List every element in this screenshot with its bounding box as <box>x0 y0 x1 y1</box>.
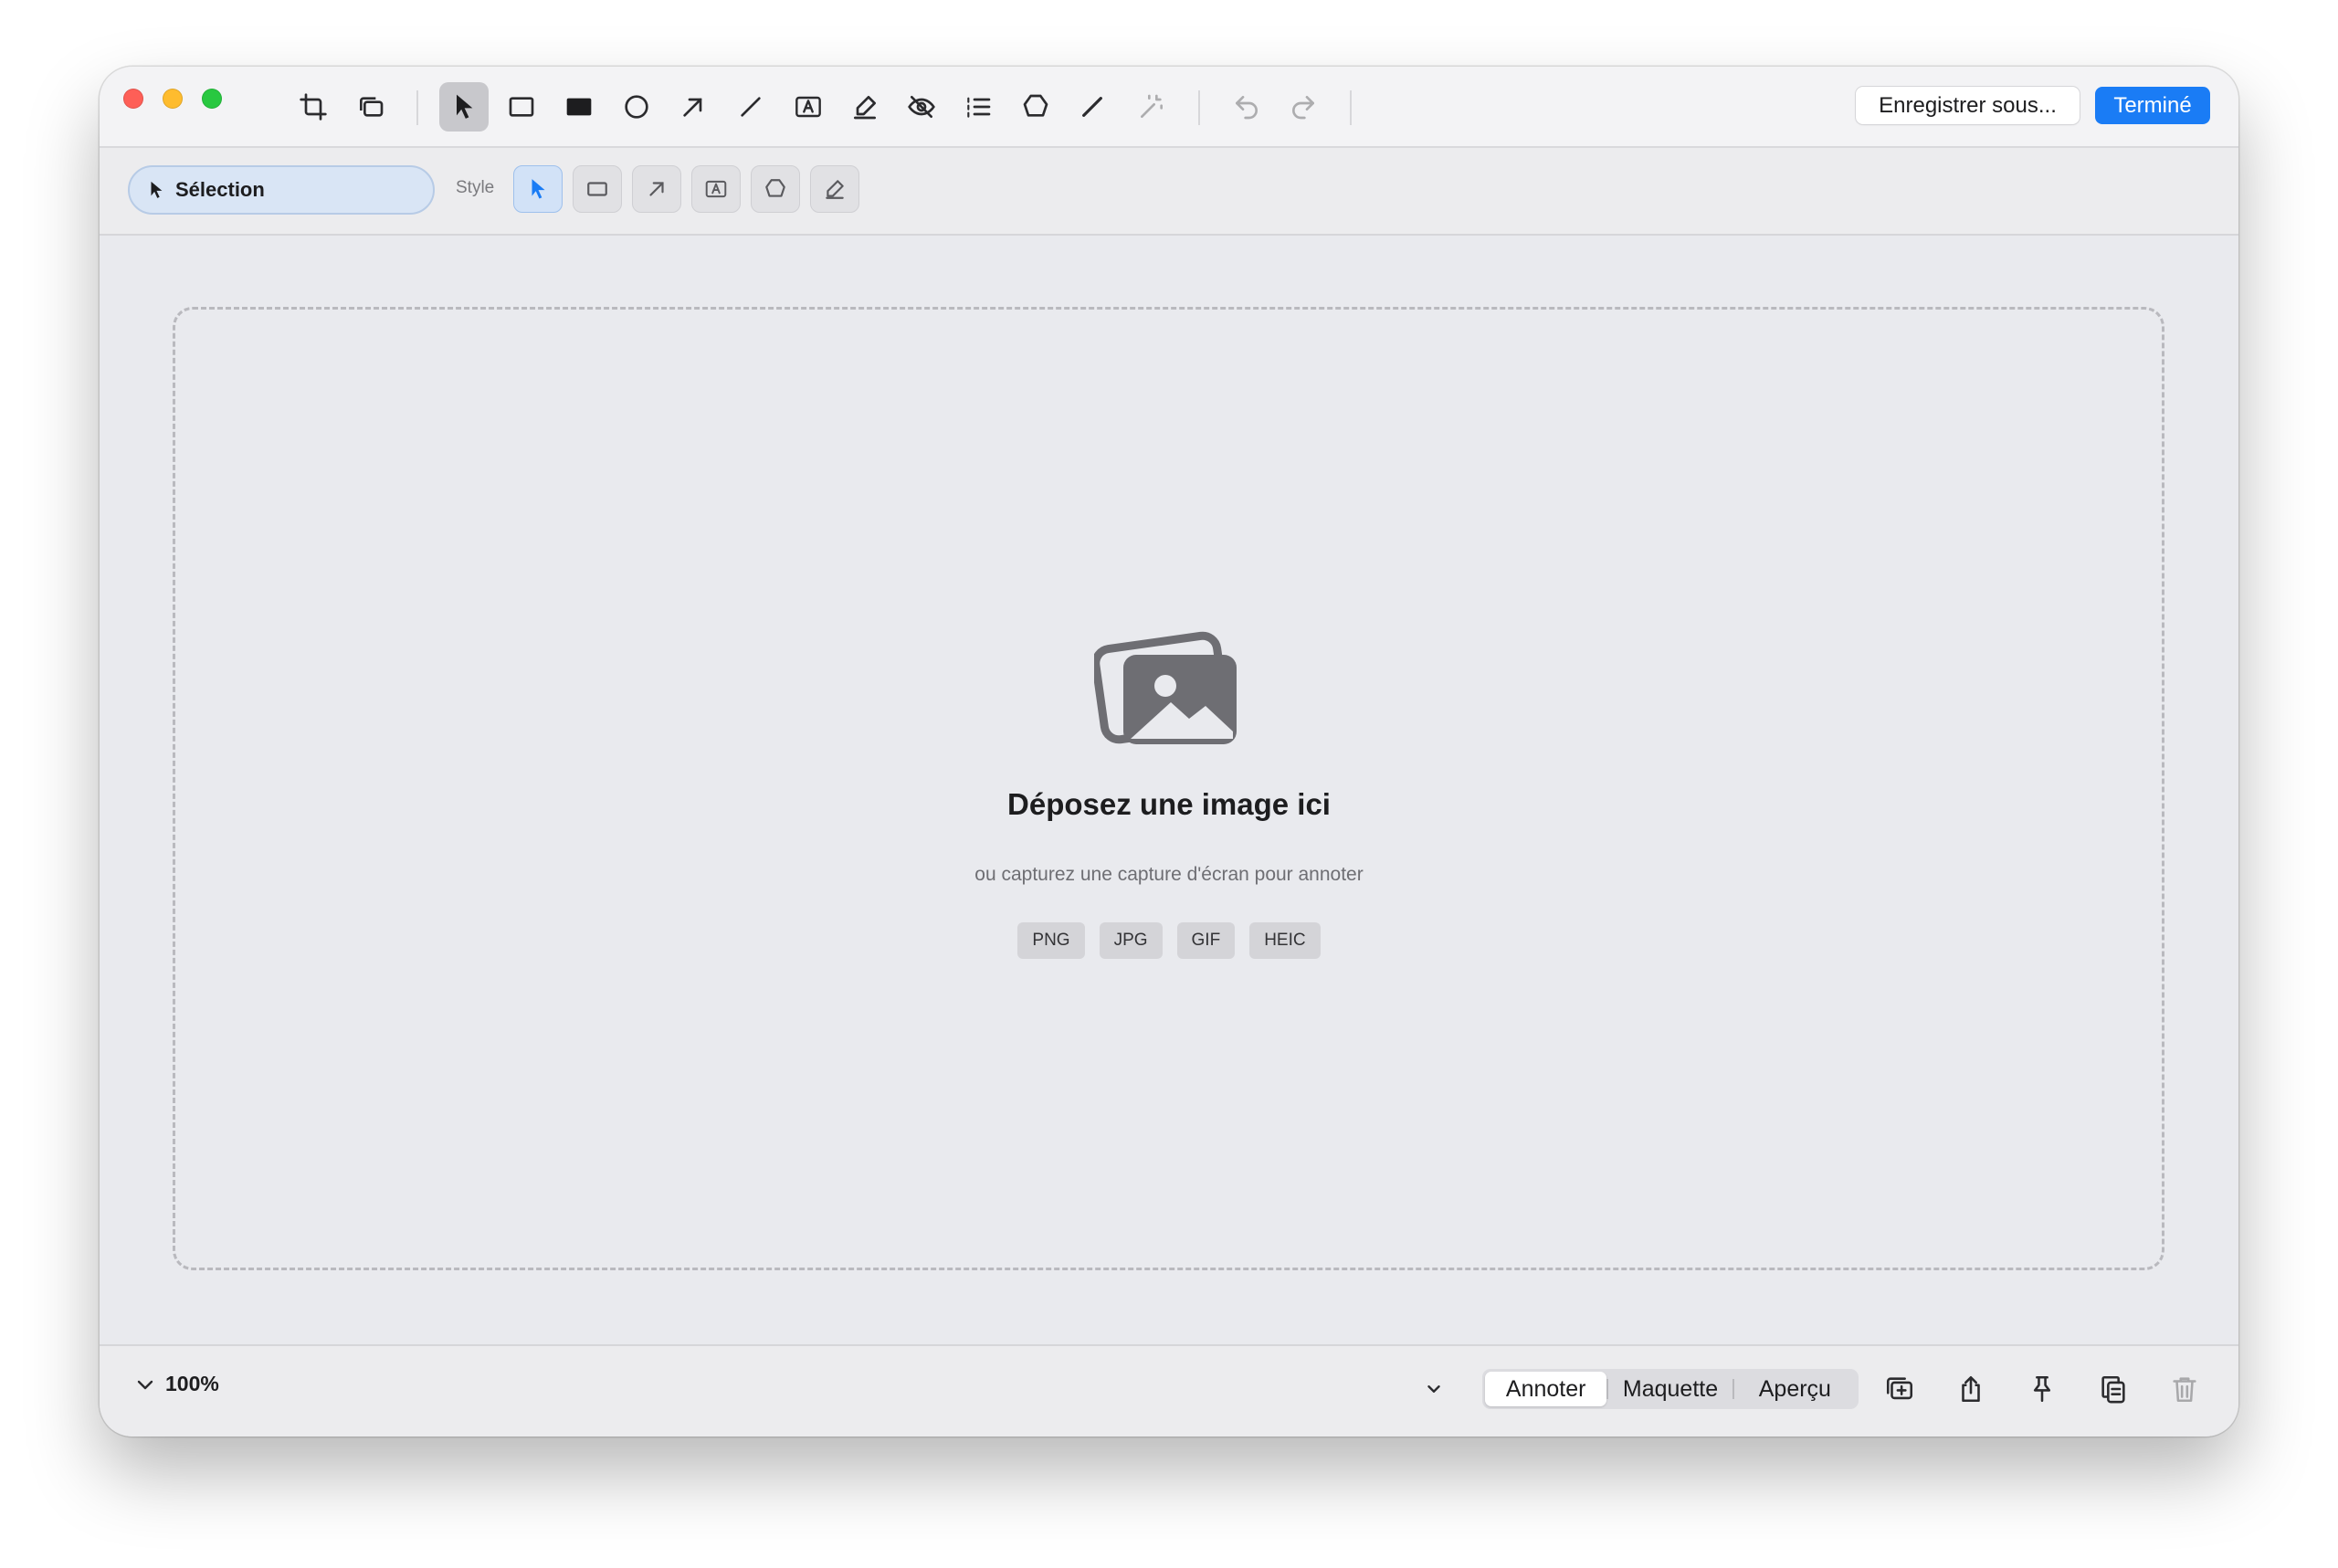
blur-tool[interactable] <box>897 82 946 132</box>
add-canvas-button[interactable] <box>1881 1371 1918 1407</box>
filled-rectangle-tool[interactable] <box>554 82 604 132</box>
pin-icon <box>2033 1375 2051 1403</box>
arrow-tool[interactable] <box>669 82 718 132</box>
numbered-list-icon <box>967 97 991 118</box>
layers-icon <box>360 97 384 117</box>
ellipse-icon <box>625 95 648 119</box>
arrow-icon <box>649 182 664 196</box>
layers-tool[interactable] <box>346 82 395 132</box>
filled-rectangle-icon <box>566 98 592 116</box>
pointer-tool[interactable] <box>439 82 489 132</box>
close-window-button[interactable] <box>123 89 143 109</box>
polygon-icon <box>765 179 785 197</box>
highlighter-icon <box>854 96 876 120</box>
selection-mode-pill[interactable]: Sélection <box>128 165 435 215</box>
pin-button[interactable] <box>2024 1371 2060 1407</box>
undo-button[interactable] <box>1222 82 1271 132</box>
mode-mockup[interactable]: Maquette <box>1608 1372 1732 1406</box>
polygon-tool[interactable] <box>1011 82 1060 132</box>
pointer-icon <box>146 180 166 200</box>
minimize-window-button[interactable] <box>163 89 183 109</box>
magic-wand-icon <box>1141 94 1163 118</box>
bottom-bar: 100% Annoter Maquette Aperçu <box>100 1344 2238 1436</box>
crop-icon <box>300 93 327 121</box>
supported-formats: PNG JPG GIF HEIC <box>100 922 2238 959</box>
share-icon <box>1962 1375 1980 1403</box>
chevron-down-icon <box>137 1380 153 1389</box>
canvas-area: Déposez une image ici ou capturez une ca… <box>100 236 2238 1309</box>
style-text-button[interactable] <box>691 165 741 213</box>
app-window: Enregistrer sous... Terminé Sélection St… <box>100 67 2238 1436</box>
toolbar-divider <box>1198 90 1200 125</box>
numbered-list-tool[interactable] <box>953 82 1003 132</box>
zoom-level: 100% <box>165 1372 219 1395</box>
zoom-control[interactable]: 100% <box>134 1372 219 1396</box>
format-badge: GIF <box>1176 922 1236 959</box>
pen-icon <box>1082 97 1102 117</box>
redo-button[interactable] <box>1279 82 1328 132</box>
pen-tool[interactable] <box>1068 82 1117 132</box>
format-badge: HEIC <box>1249 922 1321 959</box>
rectangle-tool[interactable] <box>497 82 546 132</box>
text-box-tool[interactable] <box>784 82 833 132</box>
mode-annotate[interactable]: Annoter <box>1485 1372 1607 1406</box>
undo-icon <box>1236 96 1258 120</box>
done-button[interactable]: Terminé <box>2095 87 2210 124</box>
save-as-button[interactable]: Enregistrer sous... <box>1856 87 2080 124</box>
text-box-icon <box>795 96 821 118</box>
style-pointer-button[interactable] <box>513 165 563 213</box>
drop-zone-subtitle: ou capturez une capture d'écran pour ann… <box>974 864 1364 885</box>
ellipse-tool[interactable] <box>612 82 661 132</box>
line-tool[interactable] <box>726 82 775 132</box>
pointer-icon <box>457 94 473 119</box>
maximize-window-button[interactable] <box>202 89 222 109</box>
blur-eye-icon <box>908 96 935 118</box>
magic-wand-tool[interactable] <box>1127 82 1176 132</box>
trash-icon <box>2173 1377 2196 1403</box>
toolbar-divider <box>416 90 418 125</box>
toolbar-divider <box>1350 90 1352 125</box>
crop-tool[interactable] <box>289 82 338 132</box>
photos-icon <box>1094 631 1237 744</box>
format-badge: JPG <box>1099 922 1163 959</box>
share-button[interactable] <box>1953 1371 1989 1407</box>
copy-icon <box>2101 1375 2125 1404</box>
style-label: Style <box>456 178 495 197</box>
style-pencil-button[interactable] <box>810 165 859 213</box>
mode-preview[interactable]: Aperçu <box>1734 1372 1856 1406</box>
pencil-icon <box>826 180 844 199</box>
copy-button[interactable] <box>2095 1371 2132 1407</box>
highlighter-tool[interactable] <box>840 82 890 132</box>
style-rectangle-button[interactable] <box>573 165 622 213</box>
chevron-down-icon[interactable] <box>1424 1379 1444 1399</box>
redo-icon <box>1292 96 1314 120</box>
line-icon <box>741 97 761 117</box>
title-toolbar: Enregistrer sous... Terminé <box>100 67 2238 148</box>
selection-label: Sélection <box>175 178 265 201</box>
mode-segmented-control: Annoter Maquette Aperçu <box>1482 1369 1859 1409</box>
style-toolbar: Sélection Style <box>100 148 2238 236</box>
format-badge: PNG <box>1017 922 1085 959</box>
style-polygon-button[interactable] <box>751 165 800 213</box>
add-canvas-icon <box>1886 1377 1913 1400</box>
text-box-icon <box>705 180 727 198</box>
drop-zone-title: Déposez une image ici <box>1007 787 1331 821</box>
polygon-icon <box>1023 94 1048 117</box>
style-arrow-button[interactable] <box>632 165 681 213</box>
rectangle-icon <box>509 97 534 117</box>
rectangle-icon <box>587 182 607 196</box>
arrow-icon <box>683 98 702 117</box>
delete-button[interactable] <box>2166 1371 2203 1407</box>
pointer-icon <box>532 179 545 199</box>
